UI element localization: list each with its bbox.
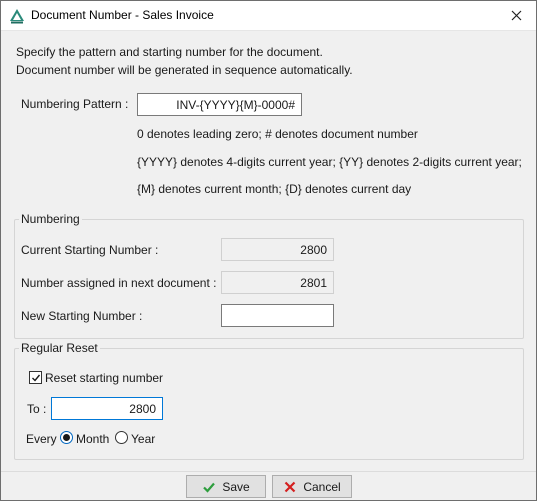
regular-reset-group-title: Regular Reset [19,341,100,355]
next-number-field: 2801 [221,271,334,294]
numbering-group-title: Numbering [19,212,82,226]
app-logo-icon [10,9,24,24]
numbering-pattern-value: INV-{YYYY}{M}-0000# [176,97,295,112]
reset-to-value: 2800 [129,401,156,416]
year-radio[interactable] [115,431,128,444]
close-icon [511,10,521,21]
numbering-group: Numbering Current Starting Number : 2800… [14,212,524,339]
title-bar: Document Number - Sales Invoice [1,1,536,31]
save-button[interactable]: Save [186,475,266,498]
new-starting-number-input[interactable] [221,304,334,327]
next-number-value: 2801 [300,275,327,290]
close-button[interactable] [496,1,536,30]
next-number-label: Number assigned in next document : [21,276,217,290]
pattern-hint-3: {M} denotes current month; {D} denotes c… [137,182,412,196]
intro-line-2: Document number will be generated in seq… [16,63,353,77]
dialog-body: Specify the pattern and starting number … [1,31,536,471]
checkmark-icon [203,482,216,493]
button-bar: Save Cancel [1,471,536,500]
window-title: Document Number - Sales Invoice [31,8,214,22]
every-label: Every [26,432,57,446]
checkmark-icon [31,374,40,382]
intro-line-1: Specify the pattern and starting number … [16,45,323,59]
current-starting-number-field: 2800 [221,238,334,261]
x-mark-icon [285,481,296,492]
current-starting-number-label: Current Starting Number : [21,243,159,257]
reset-starting-number-label: Reset starting number [45,371,164,385]
pattern-hint-1: 0 denotes leading zero; # denotes docume… [137,127,418,141]
save-button-label: Save [222,479,250,494]
reset-starting-number-checkbox[interactable] [29,371,42,384]
numbering-pattern-label: Numbering Pattern : [21,97,129,111]
pattern-hint-2: {YYYY} denotes 4-digits current year; {Y… [137,155,522,169]
month-radio[interactable] [60,431,73,444]
reset-to-input[interactable]: 2800 [51,397,163,420]
year-radio-label: Year [131,432,156,446]
new-starting-number-label: New Starting Number : [21,309,143,323]
cancel-button[interactable]: Cancel [272,475,352,498]
current-starting-number-value: 2800 [300,242,327,257]
cancel-button-label: Cancel [303,479,341,494]
regular-reset-group: Regular Reset Reset starting number To :… [14,341,524,460]
numbering-pattern-input[interactable]: INV-{YYYY}{M}-0000# [137,93,302,116]
reset-to-label: To : [27,402,47,416]
dialog-window: Document Number - Sales Invoice Specify … [0,0,537,501]
month-radio-label: Month [76,432,110,446]
